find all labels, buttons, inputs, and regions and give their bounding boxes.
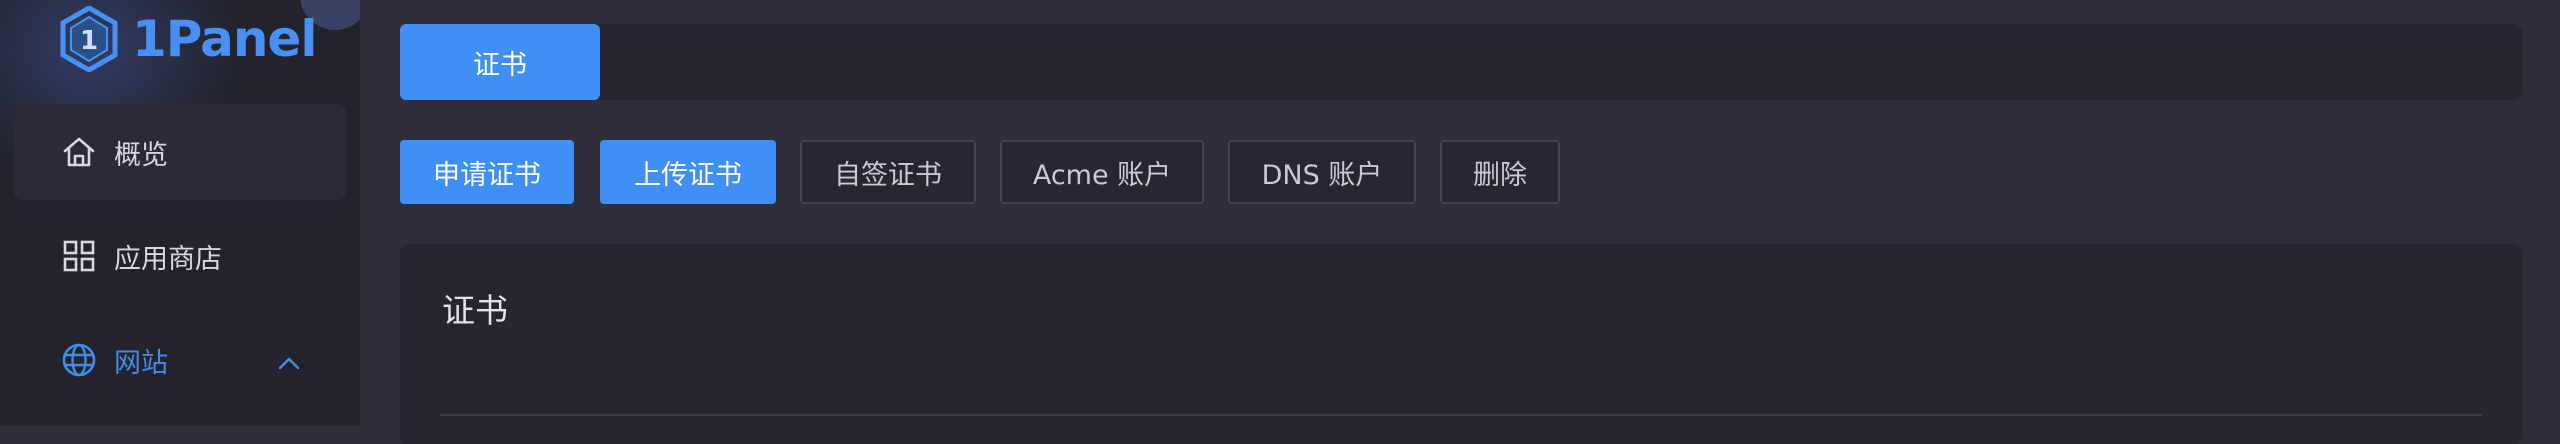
sidebar: 1 1Panel 概览 应用商店 网站 [0,0,360,426]
home-icon [60,133,98,171]
sidebar-item-app-store[interactable]: 应用商店 [14,208,346,304]
dns-account-button[interactable]: DNS 账户 [1228,140,1416,204]
sidebar-item-label: 概览 [114,139,168,171]
button-label: 上传证书 [634,159,742,191]
logo-hexagon-icon: 1 [60,6,118,72]
apply-certificate-button[interactable]: 申请证书 [400,140,574,204]
svg-text:1: 1 [80,26,98,56]
button-label: 自签证书 [834,159,942,191]
button-label: 删除 [1473,159,1527,191]
button-label: 申请证书 [433,159,541,191]
button-label: Acme 账户 [1032,159,1172,191]
tab-label: 证书 [473,49,527,81]
acme-account-button[interactable]: Acme 账户 [1000,140,1204,204]
table-header-divider [440,414,2482,416]
card-title: 证书 [442,291,508,330]
grid-icon [60,237,98,275]
logo[interactable]: 1 1Panel [60,6,317,72]
sidebar-item-label: 应用商店 [114,243,222,275]
tab-certificate[interactable]: 证书 [400,24,600,100]
self-signed-certificate-button[interactable]: 自签证书 [800,140,976,204]
globe-icon [60,341,98,379]
chevron-up-icon[interactable] [278,346,300,377]
tab-bar: 证书 [400,24,2522,100]
sidebar-item-label: 网站 [114,347,168,379]
button-label: DNS 账户 [1261,159,1383,191]
upload-certificate-button[interactable]: 上传证书 [600,140,776,204]
sidebar-item-website[interactable]: 网站 [14,312,346,408]
sidebar-item-overview[interactable]: 概览 [14,104,346,200]
logo-text: 1Panel [132,10,317,68]
delete-button[interactable]: 删除 [1440,140,1560,204]
certificate-card: 证书 [400,244,2522,444]
